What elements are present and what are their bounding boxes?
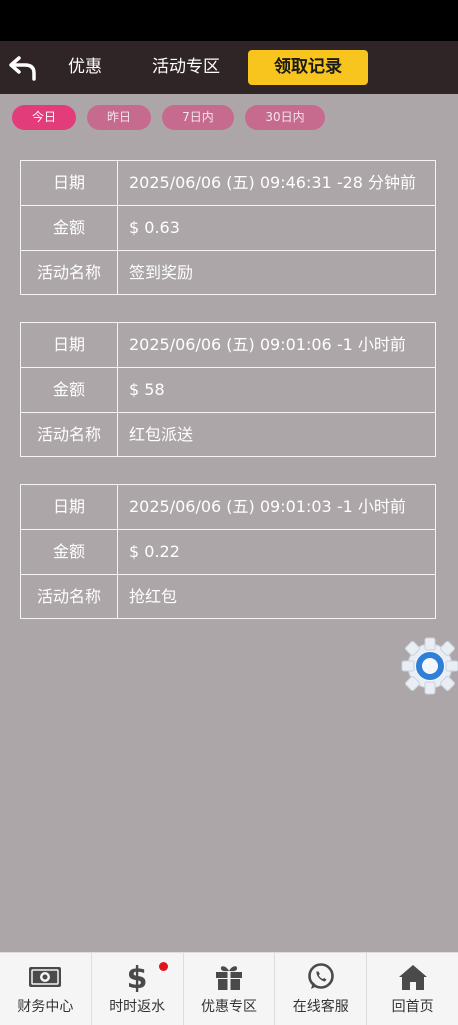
filter-30-days[interactable]: 30日内 — [245, 105, 325, 130]
tab-activity-zone[interactable]: 活动专区 — [152, 41, 220, 94]
nav-home[interactable]: 回首页 — [367, 953, 458, 1025]
settings-gear-icon[interactable] — [398, 634, 458, 698]
activity-name-label: 活动名称 — [21, 413, 118, 456]
record-name-row: 活动名称 红包派送 — [21, 413, 435, 456]
date-value: 2025/06/06 (五) 09:01:03 -1 小时前 — [129, 497, 406, 516]
record-date-row: 日期 2025/06/06 (五) 09:01:03 -1 小时前 — [21, 485, 435, 530]
date-value: 2025/06/06 (五) 09:46:31 -28 分钟前 — [129, 173, 417, 192]
record-amount-row: 金额 $ 0.22 — [21, 530, 435, 575]
amount-value: $ 0.63 — [129, 218, 180, 237]
tab-claim-records[interactable]: 领取记录 — [248, 50, 368, 85]
amount-value: $ 58 — [129, 380, 165, 399]
record-name-row: 活动名称 抢红包 — [21, 575, 435, 618]
notification-badge — [158, 962, 168, 971]
nav-rebate[interactable]: $ 时时返水 — [92, 953, 184, 1025]
amount-value: $ 0.22 — [129, 542, 180, 561]
record-card: 日期 2025/06/06 (五) 09:01:06 -1 小时前 金额 $ 5… — [20, 322, 436, 457]
cash-icon — [28, 962, 62, 992]
nav-label: 时时返水 — [109, 999, 166, 1015]
record-card: 日期 2025/06/06 (五) 09:46:31 -28 分钟前 金额 $ … — [20, 160, 436, 295]
record-card: 日期 2025/06/06 (五) 09:01:03 -1 小时前 金额 $ 0… — [20, 484, 436, 619]
activity-name-label: 活动名称 — [21, 575, 118, 618]
date-label: 日期 — [21, 161, 118, 205]
status-bar — [0, 0, 458, 41]
record-date-row: 日期 2025/06/06 (五) 09:01:06 -1 小时前 — [21, 323, 435, 368]
home-icon — [396, 962, 430, 992]
bottom-nav: 财务中心 $ 时时返水 优惠专区 在线客服 回首页 — [0, 952, 458, 1025]
record-name-row: 活动名称 签到奖励 — [21, 251, 435, 294]
svg-text:$: $ — [127, 962, 148, 992]
nav-label: 回首页 — [391, 999, 434, 1015]
filter-7-days[interactable]: 7日内 — [162, 105, 234, 130]
nav-label: 在线客服 — [292, 999, 349, 1015]
filter-today[interactable]: 今日 — [12, 105, 76, 130]
gift-icon — [212, 962, 246, 992]
dollar-icon: $ — [120, 962, 154, 992]
date-label: 日期 — [21, 323, 118, 367]
record-date-row: 日期 2025/06/06 (五) 09:46:31 -28 分钟前 — [21, 161, 435, 206]
nav-label: 财务中心 — [17, 999, 74, 1015]
activity-name-value: 签到奖励 — [129, 263, 194, 282]
date-label: 日期 — [21, 485, 118, 529]
date-value: 2025/06/06 (五) 09:01:06 -1 小时前 — [129, 335, 406, 354]
activity-name-value: 抢红包 — [129, 587, 178, 606]
nav-label: 优惠专区 — [200, 999, 257, 1015]
whatsapp-icon — [304, 962, 338, 992]
date-filter-bar: 今日 昨日 7日内 30日内 — [12, 105, 336, 130]
nav-online-support[interactable]: 在线客服 — [275, 953, 368, 1025]
amount-label: 金额 — [21, 206, 118, 250]
record-amount-row: 金额 $ 58 — [21, 368, 435, 413]
activity-name-label: 活动名称 — [21, 251, 118, 294]
nav-finance-center[interactable]: 财务中心 — [0, 953, 92, 1025]
back-arrow-icon[interactable] — [8, 53, 38, 83]
activity-name-value: 红包派送 — [129, 425, 194, 444]
record-amount-row: 金额 $ 0.63 — [21, 206, 435, 251]
tab-promotions[interactable]: 优惠 — [68, 41, 102, 94]
top-header: 优惠 活动专区 领取记录 — [0, 41, 458, 94]
amount-label: 金额 — [21, 530, 118, 574]
amount-label: 金额 — [21, 368, 118, 412]
nav-promo-zone[interactable]: 优惠专区 — [184, 953, 276, 1025]
filter-yesterday[interactable]: 昨日 — [87, 105, 151, 130]
